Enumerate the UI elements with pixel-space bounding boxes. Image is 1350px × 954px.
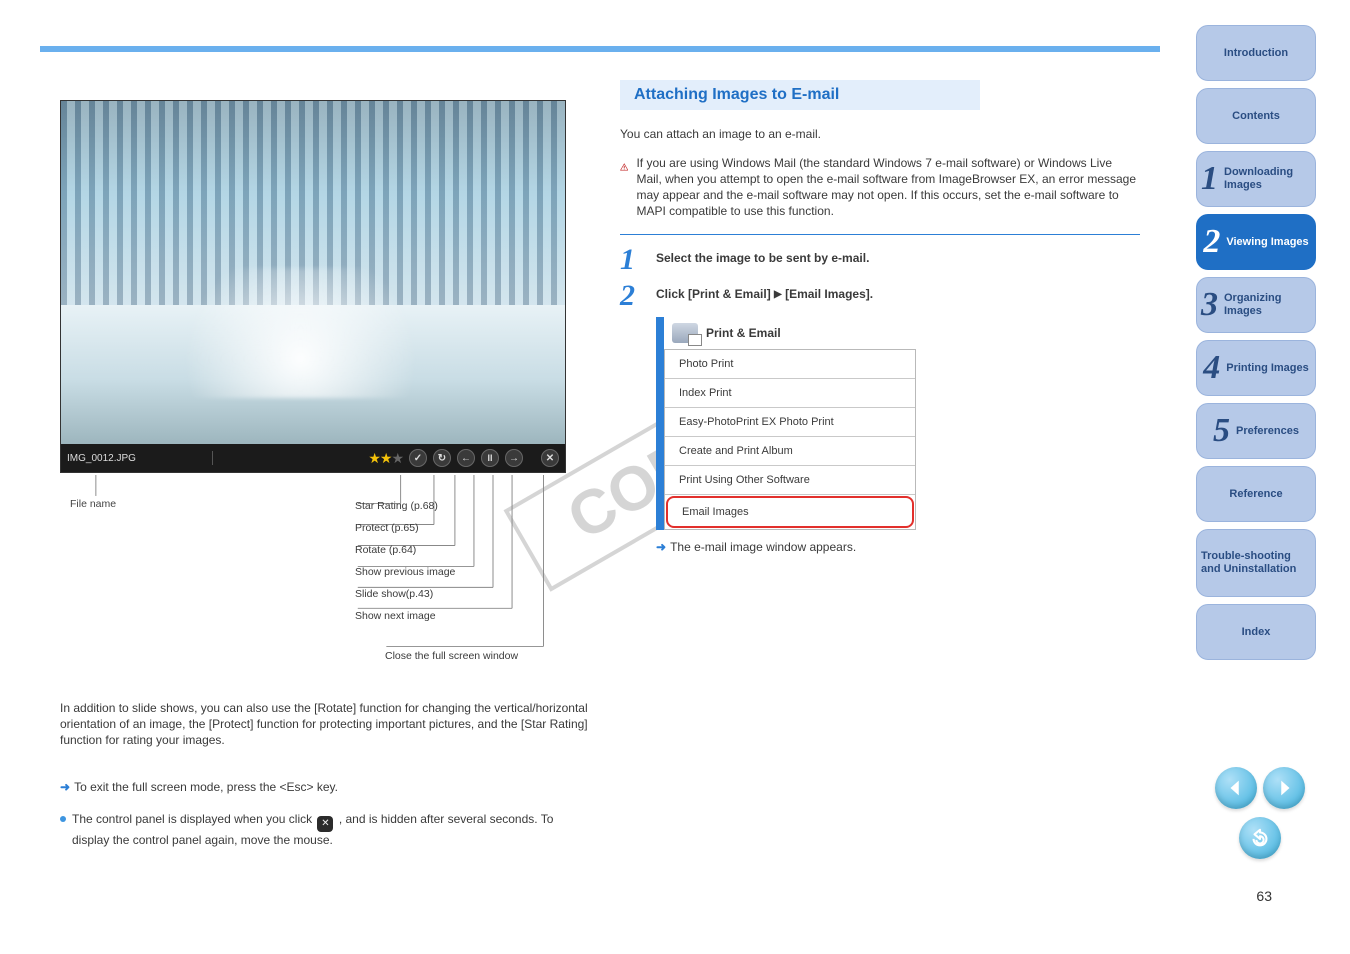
menu-item-other-software[interactable]: Print Using Other Software: [665, 466, 915, 495]
return-button[interactable]: [1239, 817, 1281, 859]
arrow-icon: ➜: [656, 540, 666, 554]
section-intro: You can attach an image to an e-mail.: [620, 126, 1140, 143]
menu-item-easy-photoprint[interactable]: Easy-PhotoPrint EX Photo Print: [665, 408, 915, 437]
callout-item: Show previous image: [355, 566, 518, 588]
bullet-text: The control panel is displayed when you …: [72, 811, 590, 848]
bullet-pre: The control panel is displayed when you …: [72, 812, 312, 826]
bullet-icon: [60, 816, 66, 822]
warning-text: If you are using Windows Mail (the stand…: [636, 155, 1140, 220]
exit-hint: To exit the full screen mode, press the …: [74, 779, 338, 795]
rotate-icon[interactable]: ↻: [433, 449, 451, 467]
viewer-control-bar: IMG_0012.JPG ★★★ ✓ ↻ ← II → ✕: [61, 444, 565, 472]
tab-number: 2: [1203, 222, 1220, 261]
triangle-icon: ▶: [774, 289, 782, 300]
tab-label: Contents: [1232, 110, 1280, 123]
tab-label: Preferences: [1236, 425, 1299, 438]
step-2: 2 Click [Print & Email] ▶ [Email Images]…: [620, 281, 1140, 311]
step-text: Click [Print & Email] ▶ [Email Images].: [656, 281, 873, 301]
warning-icon: [620, 155, 628, 179]
close-icon[interactable]: ✕: [541, 449, 559, 467]
menu-header-label: Print & Email: [706, 326, 781, 340]
menu-header[interactable]: Print & Email: [656, 317, 916, 349]
tab-label: Index: [1242, 626, 1271, 639]
callout-item: Rotate (p.64): [355, 544, 518, 566]
menu-item-index-print[interactable]: Index Print: [665, 379, 915, 408]
chapter-sidebar: Introduction Contents 1Downloading Image…: [1196, 25, 1326, 667]
tab-troubleshoot[interactable]: Trouble-shooting and Uninstallation: [1196, 529, 1316, 597]
print-email-menu: Print & Email Photo Print Index Print Ea…: [656, 317, 916, 530]
x-icon: ✕: [317, 816, 333, 832]
protect-icon[interactable]: ✓: [409, 449, 427, 467]
tab-number: 1: [1201, 159, 1218, 198]
printer-icon: [672, 323, 698, 343]
filename-label: IMG_0012.JPG: [67, 453, 136, 464]
step-number: 2: [620, 281, 646, 311]
page-nav: [1200, 767, 1320, 859]
callout-item: Star Rating (p.68): [355, 500, 518, 522]
menu-item-create-album[interactable]: Create and Print Album: [665, 437, 915, 466]
result-text: The e-mail image window appears.: [670, 540, 856, 554]
section-heading: Attaching Images to E-mail: [620, 80, 980, 110]
warning-block: If you are using Windows Mail (the stand…: [620, 155, 1140, 220]
page-number: 63: [1256, 888, 1272, 904]
section-divider: [620, 234, 1140, 235]
slideshow-icon[interactable]: II: [481, 449, 499, 467]
step2-post: [Email Images].: [785, 287, 873, 301]
fullscreen-preview: IMG_0012.JPG ★★★ ✓ ↻ ← II → ✕: [60, 100, 566, 473]
tab-label: Trouble-shooting and Uninstallation: [1201, 550, 1311, 575]
next-image-icon[interactable]: →: [505, 449, 523, 467]
tab-number: 3: [1201, 285, 1218, 324]
tab-3[interactable]: 3Organizing Images: [1196, 277, 1316, 333]
blurb-text: In addition to slide shows, you can also…: [60, 700, 590, 749]
step2-pre: Click [Print & Email]: [656, 287, 774, 301]
callout-stack: Star Rating (p.68) Protect (p.65) Rotate…: [355, 500, 518, 672]
email-section: Attaching Images to E-mail You can attac…: [620, 80, 1140, 554]
tab-1[interactable]: 1Downloading Images: [1196, 151, 1316, 207]
arrow-icon: ➜: [60, 779, 70, 795]
menu-item-email-images[interactable]: Email Images: [666, 496, 914, 528]
tab-5[interactable]: 5 Preferences: [1196, 403, 1316, 459]
tab-label: Reference: [1229, 488, 1282, 501]
tab-contents[interactable]: Contents: [1196, 88, 1316, 144]
tab-label: Organizing Images: [1224, 292, 1311, 317]
tab-label: Introduction: [1224, 47, 1288, 60]
tab-introduction[interactable]: Introduction: [1196, 25, 1316, 81]
next-page-button[interactable]: [1263, 767, 1305, 809]
divider: [212, 451, 213, 465]
prev-page-button[interactable]: [1215, 767, 1257, 809]
menu-item-photo-print[interactable]: Photo Print: [665, 350, 915, 379]
star-rating[interactable]: ★★★: [368, 450, 403, 467]
callout-item: Close the full screen window: [385, 650, 518, 672]
top-rule: [40, 46, 1160, 52]
tab-number: 4: [1203, 348, 1220, 387]
prev-image-icon[interactable]: ←: [457, 449, 475, 467]
step-text: Select the image to be sent by e-mail.: [656, 245, 869, 265]
tab-reference[interactable]: Reference: [1196, 466, 1316, 522]
step-number: 1: [620, 245, 646, 275]
viewer-paragraph: In addition to slide shows, you can also…: [60, 700, 590, 848]
step-1: 1 Select the image to be sent by e-mail.: [620, 245, 1140, 275]
callout-item: Protect (p.65): [355, 522, 518, 544]
viewer-screenshot-area: IMG_0012.JPG ★★★ ✓ ↻ ← II → ✕: [60, 100, 600, 473]
tab-label: Downloading Images: [1224, 166, 1311, 191]
tab-label: Printing Images: [1226, 362, 1309, 375]
tab-label: Viewing Images: [1226, 236, 1308, 249]
callout-filename: File name: [70, 498, 116, 511]
tab-4[interactable]: 4 Printing Images: [1196, 340, 1316, 396]
glacier-image: [61, 101, 565, 472]
callout-item: Show next image: [355, 610, 518, 632]
tab-number: 5: [1213, 411, 1230, 450]
tab-index[interactable]: Index: [1196, 604, 1316, 660]
tab-2[interactable]: 2 Viewing Images: [1196, 214, 1316, 270]
callout-item: Slide show(p.43): [355, 588, 518, 610]
